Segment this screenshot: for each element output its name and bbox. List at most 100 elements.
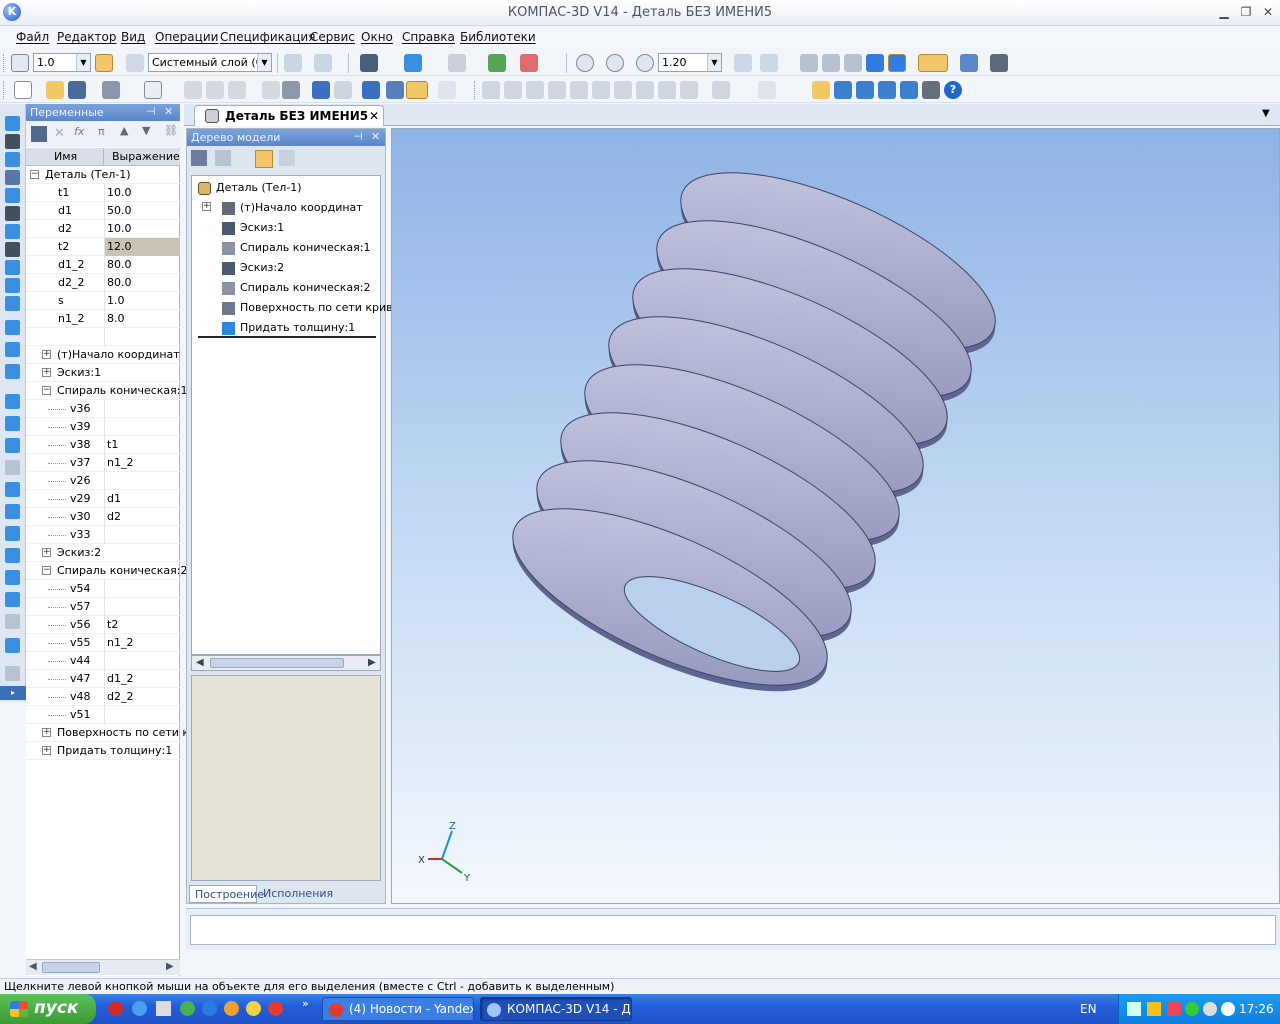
column-name-header[interactable]: Имя <box>54 150 77 163</box>
fasteners-icon[interactable] <box>878 81 896 99</box>
spec-tools-icon[interactable] <box>5 242 20 257</box>
variables-hscrollbar[interactable]: ◀ ▶ <box>26 959 180 975</box>
standard-parts-icon[interactable] <box>856 81 874 99</box>
volume-icon[interactable] <box>1203 1002 1217 1016</box>
tree-item[interactable]: Спираль коническая:2 <box>192 278 392 298</box>
elements-icon[interactable] <box>5 278 20 293</box>
snap-middle-icon[interactable] <box>504 81 522 99</box>
fillet-icon[interactable] <box>5 482 20 497</box>
variable-expression[interactable]: t2 <box>104 616 180 634</box>
expand-icon[interactable]: + <box>42 746 51 755</box>
variable-row[interactable]: + Придать толщину:1 <box>26 742 180 760</box>
scroll-thumb[interactable] <box>210 658 344 668</box>
variable-expression[interactable] <box>104 598 180 616</box>
variable-row[interactable]: + Эскиз:1 <box>26 364 180 382</box>
orientation-icon[interactable] <box>404 54 422 72</box>
view-thin-icon[interactable] <box>844 54 862 72</box>
filter-tools-icon[interactable] <box>5 224 20 239</box>
collapse-icon[interactable]: − <box>42 566 51 575</box>
help-pointer-icon[interactable] <box>438 81 456 99</box>
pan-icon[interactable] <box>760 54 778 72</box>
help-icon[interactable]: ? <box>944 81 962 99</box>
chamfer-icon[interactable] <box>5 504 20 519</box>
mail-icon[interactable] <box>224 1001 239 1016</box>
tab-executions[interactable]: Исполнения <box>263 887 333 900</box>
start-button[interactable]: пуск <box>0 994 96 1024</box>
rotate-icon[interactable] <box>734 54 752 72</box>
variable-row[interactable]: v30 d2 <box>26 508 180 526</box>
taskbar-item-kompas[interactable]: КОМПАС-3D V14 - Д... <box>480 997 632 1021</box>
variable-expression[interactable] <box>104 652 180 670</box>
cut-extrude-icon[interactable] <box>5 416 20 431</box>
ie-icon[interactable] <box>132 1001 147 1016</box>
new-document-icon[interactable] <box>14 81 32 99</box>
snap-point-icon[interactable] <box>482 81 500 99</box>
snap-tangent-icon[interactable] <box>548 81 566 99</box>
variable-row[interactable]: v56 t2 <box>26 616 180 634</box>
close-icon[interactable]: ✕ <box>371 130 380 143</box>
section-icon[interactable] <box>5 638 20 653</box>
properties-icon[interactable] <box>520 54 538 72</box>
tools-library-icon[interactable] <box>900 81 918 99</box>
variable-row[interactable]: − Деталь (Тел-1) <box>26 166 180 184</box>
snap-nearest-icon[interactable] <box>658 81 676 99</box>
quicklaunch-more-icon[interactable]: » <box>302 997 309 1010</box>
variable-row[interactable]: + Поверхность по сети кр <box>26 724 196 742</box>
menu-service[interactable]: Сервис <box>310 30 355 44</box>
tab-build[interactable]: Построение <box>189 885 264 903</box>
conical-spring-model[interactable] <box>490 137 1017 727</box>
tree-by-history-icon[interactable] <box>255 150 273 168</box>
variable-row[interactable]: v54 <box>26 580 180 598</box>
variable-row[interactable]: v57 <box>26 598 180 616</box>
variables-fx-icon[interactable] <box>406 81 428 99</box>
variable-expression[interactable] <box>104 328 180 346</box>
expand-icon[interactable]: + <box>42 368 51 377</box>
variable-row[interactable]: v39 <box>26 418 180 436</box>
measure-distance-icon[interactable] <box>712 81 730 99</box>
language-indicator[interactable]: EN <box>1080 1002 1097 1016</box>
variable-row[interactable] <box>26 328 180 346</box>
menu-file[interactable]: Файл <box>16 30 49 44</box>
variable-row[interactable]: − Спираль коническая:2 <box>26 562 188 580</box>
view-shaded-edges-icon[interactable] <box>888 54 906 72</box>
paste-icon[interactable] <box>228 81 246 99</box>
edit-tools-icon[interactable] <box>5 116 20 131</box>
column-expression-header[interactable]: Выражение <box>112 150 180 163</box>
sheet-metal-icon[interactable] <box>5 296 20 311</box>
scroll-right-icon[interactable]: ▶ <box>368 657 376 668</box>
variable-row[interactable]: v37 n1_2 <box>26 454 180 472</box>
step-combo[interactable]: 1.0 ▼ <box>33 53 91 72</box>
tree-view-mode-icon[interactable] <box>191 150 207 166</box>
auxiliary-geometry-icon[interactable] <box>5 188 20 203</box>
view-shaded-icon[interactable] <box>866 54 884 72</box>
maximize-button[interactable]: ❐ <box>1237 4 1255 20</box>
pi-icon[interactable]: π <box>98 125 105 138</box>
pin-icon[interactable]: ⊣ <box>353 130 363 143</box>
variable-row[interactable]: d1_2 80.0 <box>26 256 180 274</box>
expand-icon[interactable]: + <box>202 202 211 211</box>
perspective-icon[interactable] <box>448 54 466 72</box>
rebuild-icon[interactable] <box>488 54 506 72</box>
taskbar-item-yandex[interactable]: (4) Новости - Yandex <box>322 997 474 1021</box>
variable-row[interactable]: v51 <box>26 706 180 724</box>
tree-by-type-icon[interactable] <box>279 150 295 166</box>
library-manager-icon[interactable] <box>386 81 404 99</box>
calendar-icon[interactable] <box>156 1001 171 1016</box>
view-hidden-icon[interactable] <box>822 54 840 72</box>
snap-on-curve-icon[interactable] <box>680 81 698 99</box>
variable-expression[interactable]: 50.0 <box>104 202 180 220</box>
expand-icon[interactable]: + <box>42 728 51 737</box>
menu-view[interactable]: Вид <box>121 30 145 44</box>
view-wireframe-icon[interactable] <box>800 54 818 72</box>
variable-row[interactable]: v26 <box>26 472 180 490</box>
opera-icon[interactable] <box>108 1001 123 1016</box>
menu-libraries[interactable]: Библиотеки <box>460 30 536 44</box>
document-tab[interactable]: Деталь БЕЗ ИМЕНИ5 ✕ <box>194 105 384 126</box>
local-cs-icon[interactable] <box>284 54 302 72</box>
variable-expression[interactable]: d2_2 <box>104 688 180 706</box>
variable-expression[interactable] <box>104 580 180 598</box>
snap-intersection-icon[interactable] <box>570 81 588 99</box>
variable-row[interactable]: n1_2 8.0 <box>26 310 180 328</box>
specification-icon[interactable] <box>990 54 1008 72</box>
variable-row[interactable]: v36 <box>26 400 180 418</box>
